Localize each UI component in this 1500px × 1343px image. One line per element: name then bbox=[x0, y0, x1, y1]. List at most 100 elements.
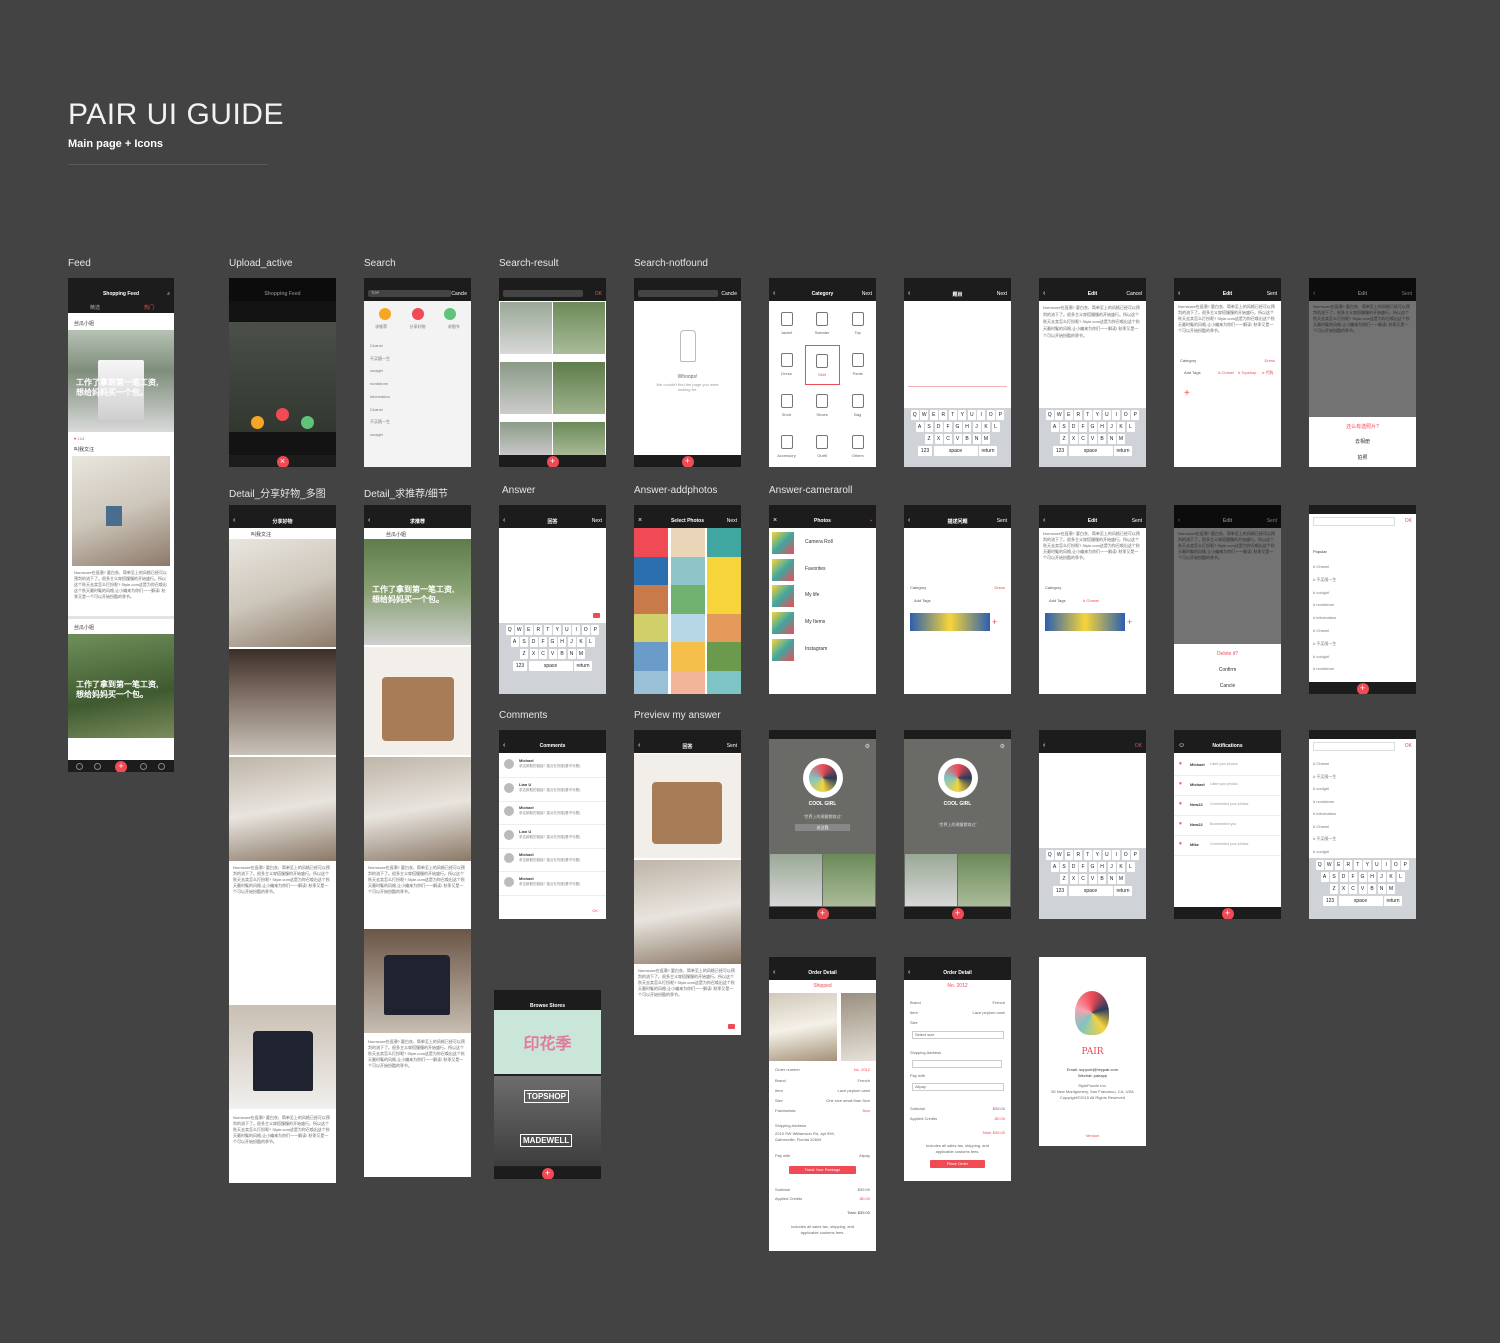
keyboard[interactable]: Q W E R T Y U I O P A S D F G H J K L Z X C V B N M 123 space return bbox=[1039, 408, 1146, 467]
edit-body[interactable]: Normcore在逛潮? 要白衣、简单至上的风格已经可以预判的流下了。很多主义穿… bbox=[1178, 304, 1277, 334]
detail-user[interactable]: 叫我文汪 bbox=[251, 531, 271, 538]
key[interactable]: J bbox=[972, 422, 981, 432]
avatar[interactable] bbox=[504, 853, 514, 863]
category-cell[interactable]: Bag bbox=[840, 386, 875, 426]
tag-suggestion[interactable]: # 不买随一生 bbox=[1313, 833, 1336, 846]
post-button-active[interactable]: × bbox=[276, 456, 289, 467]
key[interactable]: K bbox=[1117, 422, 1125, 432]
album-row[interactable]: My Items bbox=[769, 610, 876, 636]
tag-suggestion[interactable]: # information bbox=[1313, 808, 1336, 821]
tag-chip[interactable]: # Chanel bbox=[1218, 370, 1234, 375]
sent-button[interactable]: Sent bbox=[997, 518, 1007, 524]
messages-tab-icon[interactable] bbox=[140, 763, 147, 770]
key[interactable]: A bbox=[510, 637, 519, 647]
key[interactable]: D bbox=[1339, 872, 1348, 882]
sent-button[interactable]: Sent bbox=[1132, 518, 1142, 524]
comment-author[interactable]: Michael bbox=[519, 758, 534, 763]
key[interactable]: R bbox=[1074, 850, 1083, 860]
key[interactable]: N bbox=[567, 649, 576, 659]
key[interactable]: U bbox=[967, 410, 976, 420]
key[interactable]: J bbox=[567, 637, 576, 647]
key[interactable]: T bbox=[543, 625, 552, 635]
album-row[interactable]: Instagram bbox=[769, 637, 876, 663]
chip-share-icon[interactable] bbox=[412, 308, 424, 320]
key[interactable]: M bbox=[1117, 874, 1125, 884]
key[interactable]: I bbox=[1382, 860, 1391, 870]
key[interactable]: Y bbox=[1093, 850, 1102, 860]
gear-icon[interactable]: ⚙ bbox=[1000, 743, 1005, 750]
camera-icon[interactable]: ▪ bbox=[870, 518, 872, 524]
history-item[interactable]: 不买随一生 bbox=[370, 353, 390, 366]
key-ret[interactable]: return bbox=[979, 446, 997, 456]
key[interactable]: W bbox=[1325, 860, 1334, 870]
confirm-button[interactable]: Confirm bbox=[1174, 667, 1281, 673]
key[interactable]: F bbox=[539, 637, 547, 647]
key[interactable]: I bbox=[977, 410, 986, 420]
post-button[interactable]: + bbox=[1221, 908, 1234, 919]
cancel-button[interactable]: Cancle bbox=[451, 291, 467, 297]
key[interactable]: W bbox=[1055, 410, 1064, 420]
key[interactable]: L bbox=[1126, 862, 1135, 872]
key[interactable]: O bbox=[581, 625, 590, 635]
key[interactable]: E bbox=[929, 410, 938, 420]
key[interactable]: B bbox=[558, 649, 566, 659]
selected-photos[interactable] bbox=[1045, 613, 1125, 631]
key[interactable]: B bbox=[1098, 874, 1106, 884]
follow-button[interactable]: 关注我 bbox=[795, 824, 850, 831]
key[interactable]: N bbox=[1107, 874, 1116, 884]
feed-user[interactable]: 丝瓜小姐 bbox=[74, 320, 94, 327]
key[interactable]: X bbox=[1069, 434, 1078, 444]
key[interactable]: S bbox=[520, 637, 528, 647]
key[interactable]: H bbox=[963, 422, 971, 432]
track-package-button[interactable]: Track Your Package bbox=[789, 1166, 856, 1174]
key[interactable]: R bbox=[1074, 410, 1083, 420]
key[interactable]: Z bbox=[1330, 884, 1338, 894]
key[interactable]: C bbox=[944, 434, 952, 444]
key[interactable]: K bbox=[577, 637, 585, 647]
me-tab-icon[interactable] bbox=[158, 763, 165, 770]
key[interactable]: V bbox=[1358, 884, 1367, 894]
key[interactable]: S bbox=[1330, 872, 1338, 882]
photo-thumb[interactable] bbox=[634, 670, 668, 694]
key[interactable]: E bbox=[1064, 850, 1073, 860]
heart-icon[interactable]: ♥ 124 bbox=[74, 436, 84, 441]
key[interactable]: T bbox=[1083, 850, 1092, 860]
tag-suggestion[interactable]: # coolgirl bbox=[1313, 846, 1336, 859]
key[interactable]: Q bbox=[1315, 860, 1324, 870]
detail-icon[interactable] bbox=[301, 416, 314, 429]
tag-suggestion[interactable]: # Chanel bbox=[1313, 821, 1336, 834]
key[interactable]: J bbox=[1107, 862, 1116, 872]
key[interactable]: W bbox=[515, 625, 524, 635]
key[interactable]: U bbox=[1102, 410, 1111, 420]
album-row[interactable]: Favorites bbox=[769, 557, 876, 583]
key[interactable]: E bbox=[1064, 410, 1073, 420]
key[interactable]: H bbox=[558, 637, 566, 647]
key[interactable]: G bbox=[1088, 422, 1097, 432]
key[interactable]: G bbox=[1088, 862, 1097, 872]
avatar[interactable] bbox=[504, 806, 514, 816]
key[interactable]: O bbox=[1121, 850, 1130, 860]
next-button[interactable]: Next bbox=[997, 291, 1007, 297]
key-ret[interactable]: return bbox=[1114, 886, 1132, 896]
key[interactable]: Q bbox=[910, 410, 919, 420]
history-item[interactable]: Chanel bbox=[370, 340, 390, 353]
category-cell[interactable]: Jacket bbox=[769, 304, 804, 344]
key[interactable]: V bbox=[548, 649, 557, 659]
tag-suggestion[interactable]: # nordstrom bbox=[1313, 796, 1336, 809]
key[interactable]: I bbox=[1112, 410, 1121, 420]
key[interactable]: O bbox=[986, 410, 995, 420]
chip-request-icon[interactable] bbox=[379, 308, 391, 320]
key[interactable]: Z bbox=[1060, 874, 1068, 884]
feed-user-3[interactable]: 丝瓜小姐 bbox=[74, 624, 94, 631]
key[interactable]: I bbox=[572, 625, 581, 635]
category-cell[interactable]: Dress bbox=[769, 345, 804, 385]
album-row[interactable]: My life bbox=[769, 583, 876, 609]
key[interactable]: P bbox=[1131, 410, 1140, 420]
notification-row[interactable]: ♥ Michael Liked your photos bbox=[1174, 755, 1281, 776]
feed-photo-2[interactable] bbox=[72, 456, 170, 566]
album-row[interactable]: Camera Roll bbox=[769, 530, 876, 556]
key[interactable]: U bbox=[1372, 860, 1381, 870]
post-button[interactable]: + bbox=[1356, 683, 1369, 694]
history-item[interactable]: nordstrom bbox=[370, 378, 390, 391]
key[interactable]: M bbox=[577, 649, 585, 659]
